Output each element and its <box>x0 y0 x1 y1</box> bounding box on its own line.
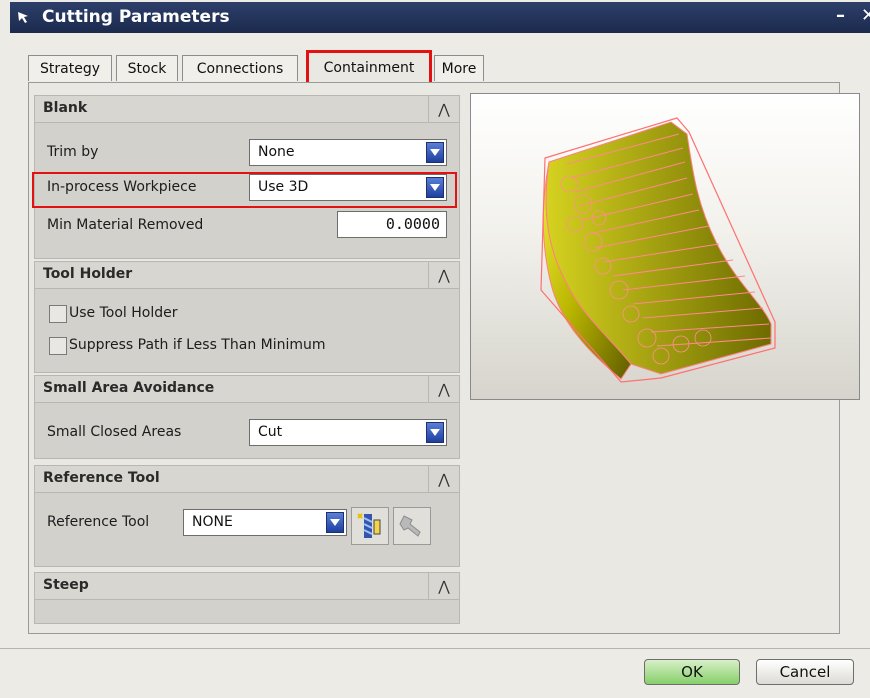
small-closed-areas-dropdown[interactable]: Cut <box>249 419 447 446</box>
suppress-path-checkbox[interactable] <box>49 337 67 355</box>
blank-header-label: Blank <box>43 100 88 116</box>
cutting-parameters-dialog: Cutting Parameters – ✕ Strategy Stock Co… <box>0 0 870 698</box>
blank-group-header[interactable]: Blank ⋀ <box>34 95 460 123</box>
tab-more[interactable]: More <box>434 55 484 81</box>
small-closed-areas-value: Cut <box>258 424 283 440</box>
trim-by-value: None <box>258 144 295 160</box>
edit-tool-button[interactable] <box>393 507 431 545</box>
reference-tool-value: NONE <box>192 514 233 530</box>
collapse-icon[interactable]: ⋀ <box>428 573 459 599</box>
suppress-path-label: Suppress Path if Less Than Minimum <box>69 337 326 353</box>
new-tool-icon <box>357 513 381 538</box>
close-button[interactable]: ✕ <box>861 5 870 26</box>
collapse-icon[interactable]: ⋀ <box>428 376 459 402</box>
wrench-icon <box>399 515 421 537</box>
use-tool-holder-checkbox[interactable] <box>49 305 67 323</box>
chevron-down-icon[interactable] <box>426 422 444 443</box>
tab-connections[interactable]: Connections <box>182 55 298 81</box>
tab-containment[interactable]: Containment <box>306 50 432 84</box>
inprocess-highlight <box>32 172 457 208</box>
min-material-input[interactable]: 0.0000 <box>337 211 447 238</box>
minimize-button[interactable]: – <box>836 5 845 26</box>
collapse-icon[interactable]: ⋀ <box>428 262 459 288</box>
chevron-down-icon[interactable] <box>426 142 444 163</box>
small-area-group-body: Small Closed Areas Cut <box>34 403 460 459</box>
part-preview-image <box>540 117 776 383</box>
tool-holder-header-label: Tool Holder <box>43 266 133 282</box>
tab-strategy[interactable]: Strategy <box>28 55 112 81</box>
reference-tool-header-label: Reference Tool <box>43 470 160 486</box>
ok-button[interactable]: OK <box>644 659 740 685</box>
reference-tool-dropdown[interactable]: NONE <box>183 509 347 536</box>
small-closed-areas-label: Small Closed Areas <box>47 424 182 440</box>
dialog-cursor-icon <box>18 12 28 23</box>
steep-group-body <box>34 600 460 624</box>
reference-tool-group-body: Reference Tool NONE <box>34 493 460 567</box>
footer-separator <box>0 648 870 649</box>
new-tool-button[interactable] <box>351 507 389 545</box>
trim-by-label: Trim by <box>47 144 99 160</box>
title-bar[interactable]: Cutting Parameters – ✕ <box>10 2 870 33</box>
use-tool-holder-label: Use Tool Holder <box>69 305 178 321</box>
trim-by-dropdown[interactable]: None <box>249 139 447 166</box>
min-material-label: Min Material Removed <box>47 217 204 233</box>
steep-group-header[interactable]: Steep ⋀ <box>34 572 460 600</box>
collapse-icon[interactable]: ⋀ <box>428 466 459 492</box>
tab-stock[interactable]: Stock <box>116 55 178 81</box>
steep-header-label: Steep <box>43 577 89 593</box>
tool-holder-group-header[interactable]: Tool Holder ⋀ <box>34 261 460 289</box>
window-title: Cutting Parameters <box>42 7 230 27</box>
cancel-button[interactable]: Cancel <box>756 659 854 685</box>
reference-tool-label: Reference Tool <box>47 514 150 530</box>
small-area-header-label: Small Area Avoidance <box>43 380 215 396</box>
containment-preview <box>470 93 860 400</box>
reference-tool-group-header[interactable]: Reference Tool ⋀ <box>34 465 460 493</box>
collapse-icon[interactable]: ⋀ <box>428 96 459 122</box>
chevron-down-icon[interactable] <box>326 512 344 533</box>
small-area-group-header[interactable]: Small Area Avoidance ⋀ <box>34 375 460 403</box>
tool-holder-group-body: Use Tool Holder Suppress Path if Less Th… <box>34 289 460 373</box>
